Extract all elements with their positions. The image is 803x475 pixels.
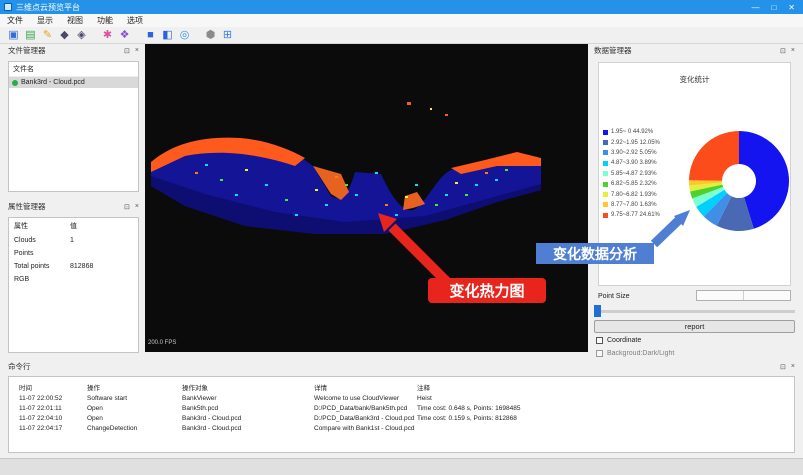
save-icon[interactable]: ◆ xyxy=(56,28,73,43)
float-icon[interactable]: ⊡ xyxy=(124,203,130,211)
coordinate-checkbox[interactable]: Coordinate xyxy=(596,337,641,344)
console-title: 命令行 xyxy=(8,361,775,372)
float-icon[interactable]: ⊡ xyxy=(780,47,786,55)
report-button[interactable]: report xyxy=(594,320,795,333)
property-table-header: 属性值 xyxy=(9,218,138,234)
point-size-spinbox[interactable] xyxy=(696,290,791,301)
property-row: Clouds1 xyxy=(9,234,138,247)
checkbox-box[interactable] xyxy=(596,337,603,344)
checkbox-box[interactable] xyxy=(596,350,603,357)
console-row[interactable]: 11-07 22:00:52Software start BankViewerW… xyxy=(9,393,794,403)
menu-display[interactable]: 显示 xyxy=(30,15,60,26)
property-row: RGB xyxy=(9,273,138,286)
background-checkbox[interactable]: Backgroud:Dark/Light xyxy=(596,350,674,357)
analysis-callout: 变化数据分析 xyxy=(536,243,654,264)
console-row[interactable]: 11-07 22:04:10Open Bank3rd - Cloud.pcdD:… xyxy=(9,413,794,423)
maximize-button[interactable]: □ xyxy=(771,3,776,12)
coordinate-label: Coordinate xyxy=(607,337,641,344)
file-manager-title: 文件管理器 xyxy=(8,45,119,56)
app-icon xyxy=(4,3,12,11)
legend-item: 6.82~5.85 2.32% xyxy=(603,179,691,189)
background-label: Backgroud:Dark/Light xyxy=(607,350,674,357)
cylinder-icon[interactable]: ◎ xyxy=(176,28,193,43)
close-icon[interactable]: × xyxy=(135,47,139,54)
menu-function[interactable]: 功能 xyxy=(90,15,120,26)
open-file-icon[interactable]: ▣ xyxy=(5,28,22,43)
file-manager-panel: 文件管理器 ⊡ × 文件名 Bank3rd - Cloud.pcd xyxy=(4,44,143,196)
viewport-3d[interactable]: 变化热力图 200.0 FPS xyxy=(145,44,588,352)
cloud-status-dot xyxy=(12,80,18,86)
box-filled-icon[interactable]: ■ xyxy=(142,28,159,43)
close-icon[interactable]: × xyxy=(135,203,139,210)
minimize-button[interactable]: — xyxy=(751,3,759,12)
menu-view[interactable]: 视图 xyxy=(60,15,90,26)
convert-cube-icon[interactable]: ❖ xyxy=(116,28,133,43)
bounding-box-icon[interactable]: ⊞ xyxy=(219,28,236,43)
data-manager-title: 数据管理器 xyxy=(594,45,775,56)
mesh-hexagon-icon[interactable]: ⬢ xyxy=(202,28,219,43)
menu-file[interactable]: 文件 xyxy=(0,15,30,26)
file-tree-item[interactable]: Bank3rd - Cloud.pcd xyxy=(9,77,138,88)
fps-counter: 200.0 FPS xyxy=(148,340,176,346)
analysis-arrow xyxy=(642,200,698,250)
menubar: 文件 显示 视图 功能 选项 xyxy=(0,14,803,27)
heatmap-callout: 变化热力图 xyxy=(428,278,546,303)
property-row: Points xyxy=(9,247,138,260)
window-title: 三维点云预览平台 xyxy=(16,2,751,13)
menu-options[interactable]: 选项 xyxy=(120,15,150,26)
pie-chart-title: 变化统计 xyxy=(599,74,790,85)
box-half-icon[interactable]: ◧ xyxy=(159,28,176,43)
legend-item: 5.85~4.87 2.93% xyxy=(603,169,691,179)
legend-item: 4.87~3.90 3.89% xyxy=(603,158,691,168)
legend-item: 1.95~ 0 44.92% xyxy=(603,127,691,137)
add-cloud-icon[interactable]: ▤ xyxy=(22,28,39,43)
legend-item: 3.90~2.92 5.05% xyxy=(603,148,691,158)
float-icon[interactable]: ⊡ xyxy=(780,363,786,371)
property-manager-panel: 属性管理器 ⊡ × 属性值 Clouds1 Points Total point… xyxy=(4,200,143,357)
file-tree-item-label: Bank3rd - Cloud.pcd xyxy=(21,79,85,86)
close-button[interactable]: ✕ xyxy=(788,3,795,12)
close-icon[interactable]: × xyxy=(791,47,795,54)
settings-star-icon[interactable]: ✱ xyxy=(99,28,116,43)
toolbar: ▣▤✎◆◈ ✱❖ ■◧◎ ⬢⊞ xyxy=(0,27,803,44)
point-size-label: Point Size xyxy=(598,293,630,300)
pie-chart-svg xyxy=(687,129,791,233)
window-bottom-strip xyxy=(0,458,803,475)
point-size-slider[interactable] xyxy=(594,305,795,317)
close-icon[interactable]: × xyxy=(791,363,795,370)
file-tree-header: 文件名 xyxy=(9,62,138,77)
console-table-header: 时间操作 操作对象详情 注释 xyxy=(9,380,794,393)
legend-item: 2.92~1.95 12.05% xyxy=(603,137,691,147)
property-manager-title: 属性管理器 xyxy=(8,201,119,212)
float-icon[interactable]: ⊡ xyxy=(124,47,130,55)
console-row[interactable]: 11-07 22:04:17ChangeDetection Bank3rd - … xyxy=(9,423,794,433)
console-panel: 命令行 ⊡ × 时间操作 操作对象详情 注释 11-07 22:00:52Sof… xyxy=(4,360,799,455)
slider-handle[interactable] xyxy=(594,305,601,317)
legend-item: 7.80~6.82 1.93% xyxy=(603,189,691,199)
save-as-icon[interactable]: ◈ xyxy=(73,28,90,43)
property-row: Total points812868 xyxy=(9,260,138,273)
brush-icon[interactable]: ✎ xyxy=(39,28,56,43)
point-cloud-render xyxy=(145,44,588,352)
console-row[interactable]: 11-07 22:01:11Open Bank5th.pcdD:/PCD_Dat… xyxy=(9,403,794,413)
heatmap-arrow xyxy=(370,209,460,289)
pie-slice xyxy=(689,131,739,181)
titlebar[interactable]: 三维点云预览平台 — □ ✕ xyxy=(0,0,803,14)
